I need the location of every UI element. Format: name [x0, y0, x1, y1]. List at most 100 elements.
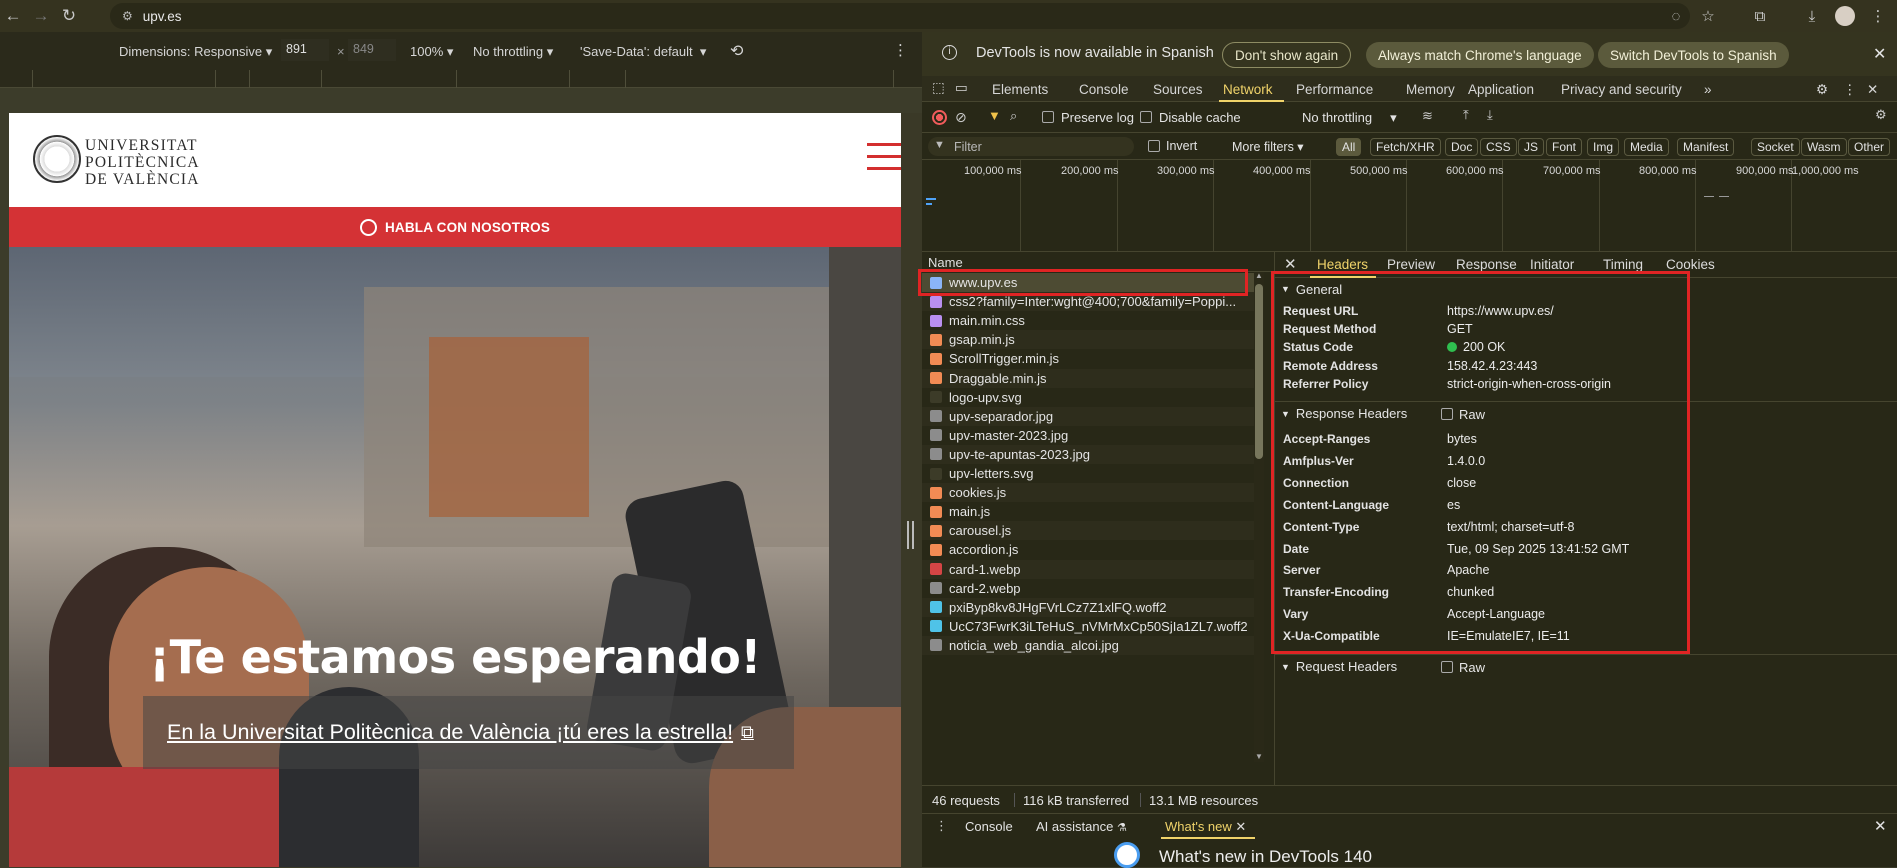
header-value[interactable]: chunked	[1447, 585, 1494, 599]
network-timeline-overview[interactable]: 100,000 ms 200,000 ms 300,000 ms 400,000…	[922, 160, 1897, 252]
request-row[interactable]: Draggable.min.js	[922, 368, 1254, 388]
request-row[interactable]: noticia_web_gandia_alcoi.jpg	[922, 635, 1254, 655]
throttling-dropdown[interactable]: No throttling ▾	[473, 44, 553, 60]
disable-cache-checkbox[interactable]	[1140, 111, 1152, 123]
settings-gear-icon[interactable]: ⚙	[1816, 82, 1828, 98]
detail-tab-timing[interactable]: Timing	[1603, 257, 1643, 272]
more-tabs-icon[interactable]: »	[1704, 82, 1712, 97]
chip-manifest[interactable]: Manifest	[1677, 138, 1735, 156]
dimensions-dropdown[interactable]: Dimensions: Responsive ▾	[119, 44, 272, 60]
request-row[interactable]: main.min.css	[922, 311, 1254, 330]
extensions-icon[interactable]: ⧉	[1748, 4, 1772, 28]
filter-input[interactable]: ▼ Filter	[928, 137, 1134, 156]
detail-tab-preview[interactable]: Preview	[1387, 257, 1435, 272]
chip-font[interactable]: Font	[1546, 138, 1583, 156]
preserve-log-checkbox[interactable]	[1042, 111, 1054, 123]
scroll-down-icon[interactable]: ▼	[1255, 752, 1263, 761]
request-row[interactable]: pxiByp8kv8JHgFVrLCz7Z1xlFQ.woff2	[922, 597, 1254, 617]
reload-icon[interactable]: ↻	[56, 3, 82, 29]
response-raw-checkbox[interactable]	[1441, 408, 1453, 420]
request-row[interactable]: logo-upv.svg	[922, 388, 1254, 407]
tab-privacy-security[interactable]: Privacy and security	[1561, 82, 1682, 97]
tab-memory[interactable]: Memory	[1406, 82, 1455, 97]
address-bar[interactable]: ⚙ upv.es	[110, 3, 1690, 29]
more-options-icon[interactable]: ⋮	[893, 41, 908, 59]
network-conditions-icon[interactable]: ≋	[1422, 108, 1433, 124]
drawer-tab-console[interactable]: Console	[965, 819, 1013, 834]
network-throttling-dropdown[interactable]: No throttling ▾	[1302, 110, 1397, 126]
header-value[interactable]: 1.4.0.0	[1447, 454, 1485, 468]
chip-doc[interactable]: Doc	[1445, 138, 1479, 156]
avatar[interactable]	[1835, 6, 1855, 26]
close-infobar-icon[interactable]: ✕	[1873, 44, 1886, 64]
header-value[interactable]: IE=EmulateIE7, IE=11	[1447, 629, 1570, 643]
site-info-icon[interactable]: ⚙	[122, 9, 133, 23]
close-devtools-icon[interactable]: ✕	[1867, 82, 1878, 98]
request-row[interactable]: upv-te-apuntas-2023.jpg	[922, 444, 1254, 464]
request-row[interactable]: UcC73FwrK3iLTeHuS_nVMrMxCp50SjIa1ZL7.wof…	[922, 617, 1254, 636]
record-icon[interactable]	[932, 110, 947, 125]
clear-icon[interactable]: ⊘	[955, 109, 967, 126]
header-value[interactable]: https://www.upv.es/	[1447, 304, 1554, 318]
eye-off-icon[interactable]: ◌	[1664, 4, 1688, 28]
scroll-up-icon[interactable]: ▲	[1255, 271, 1263, 280]
zoom-dropdown[interactable]: 100% ▾	[410, 44, 453, 60]
inspect-element-icon[interactable]: ⬚	[932, 80, 945, 96]
close-detail-icon[interactable]: ✕	[1284, 255, 1297, 273]
general-section-header[interactable]: ▼ General	[1275, 277, 1897, 301]
request-row[interactable]: main.js	[922, 502, 1254, 521]
header-value[interactable]: 158.42.4.23:443	[1447, 359, 1537, 373]
pane-splitter-handle[interactable]	[901, 113, 922, 867]
close-drawer-icon[interactable]: ✕	[1874, 817, 1887, 835]
detail-tab-initiator[interactable]: Initiator	[1530, 257, 1574, 272]
dont-show-again-button[interactable]: Don't show again	[1222, 42, 1352, 68]
chip-media[interactable]: Media	[1624, 138, 1669, 156]
chip-socket[interactable]: Socket	[1751, 138, 1800, 156]
import-har-icon[interactable]: ⤒	[1463, 107, 1469, 123]
request-row[interactable]: cookies.js	[922, 483, 1254, 503]
header-value[interactable]: Tue, 09 Sep 2025 13:41:52 GMT	[1447, 542, 1629, 556]
back-icon[interactable]: ←	[0, 3, 26, 29]
chip-other[interactable]: Other	[1848, 138, 1891, 156]
request-row[interactable]: card-2.webp	[922, 579, 1254, 598]
upv-seal-logo[interactable]	[33, 135, 81, 183]
tab-network[interactable]: Network	[1223, 82, 1273, 97]
header-value[interactable]: bytes	[1447, 432, 1477, 446]
header-value[interactable]: Accept-Language	[1447, 607, 1545, 621]
more-filters-dropdown[interactable]: More filters ▾	[1232, 139, 1304, 154]
chip-wasm[interactable]: Wasm	[1801, 138, 1847, 156]
request-row[interactable]: css2?family=Inter:wght@400;700&family=Po…	[922, 292, 1254, 312]
rotate-icon[interactable]: ⟲	[730, 41, 743, 61]
request-row[interactable]: card-1.webp	[922, 559, 1254, 579]
chip-js[interactable]: JS	[1518, 138, 1545, 156]
request-row[interactable]: accordion.js	[922, 540, 1254, 559]
detail-tab-headers[interactable]: Headers	[1317, 257, 1368, 272]
chip-fetch-xhr[interactable]: Fetch/XHR	[1370, 138, 1441, 156]
detail-tab-cookies[interactable]: Cookies	[1666, 257, 1715, 272]
drawer-tab-whats-new[interactable]: What's new ✕	[1165, 819, 1246, 835]
request-row[interactable]: upv-separador.jpg	[922, 406, 1254, 426]
forward-icon[interactable]: →	[28, 3, 54, 29]
chip-img[interactable]: Img	[1587, 138, 1620, 156]
drawer-menu-icon[interactable]: ⋮	[935, 818, 948, 834]
request-row[interactable]: carousel.js	[922, 521, 1254, 541]
header-value[interactable]: Apache	[1447, 563, 1489, 577]
menu-icon[interactable]: ⋮	[1866, 4, 1890, 28]
response-headers-section-header[interactable]: ▼ Response Headers Raw	[1275, 401, 1897, 425]
detail-tab-response[interactable]: Response	[1456, 257, 1517, 272]
scroll-thumb[interactable]	[1255, 284, 1263, 459]
download-icon[interactable]: ⤓	[1800, 4, 1824, 28]
request-list-scrollbar[interactable]: ▲ ▼	[1254, 271, 1264, 762]
tab-console[interactable]: Console	[1079, 82, 1129, 97]
contact-banner[interactable]: HABLA CON NOSOTROS	[9, 207, 901, 247]
request-row[interactable]: www.upv.es	[922, 273, 1254, 292]
header-value[interactable]: strict-origin-when-cross-origin	[1447, 377, 1611, 391]
request-row[interactable]: upv-letters.svg	[922, 464, 1254, 483]
height-input[interactable]: 849	[348, 39, 396, 61]
save-data-dropdown[interactable]: 'Save-Data': default ▾	[580, 44, 706, 60]
tab-performance[interactable]: Performance	[1296, 82, 1373, 97]
device-toggle-icon[interactable]: ▭	[955, 80, 968, 96]
hamburger-menu-icon[interactable]	[867, 143, 901, 173]
column-header-name[interactable]: Name	[922, 252, 1274, 272]
header-value[interactable]: GET	[1447, 322, 1473, 336]
